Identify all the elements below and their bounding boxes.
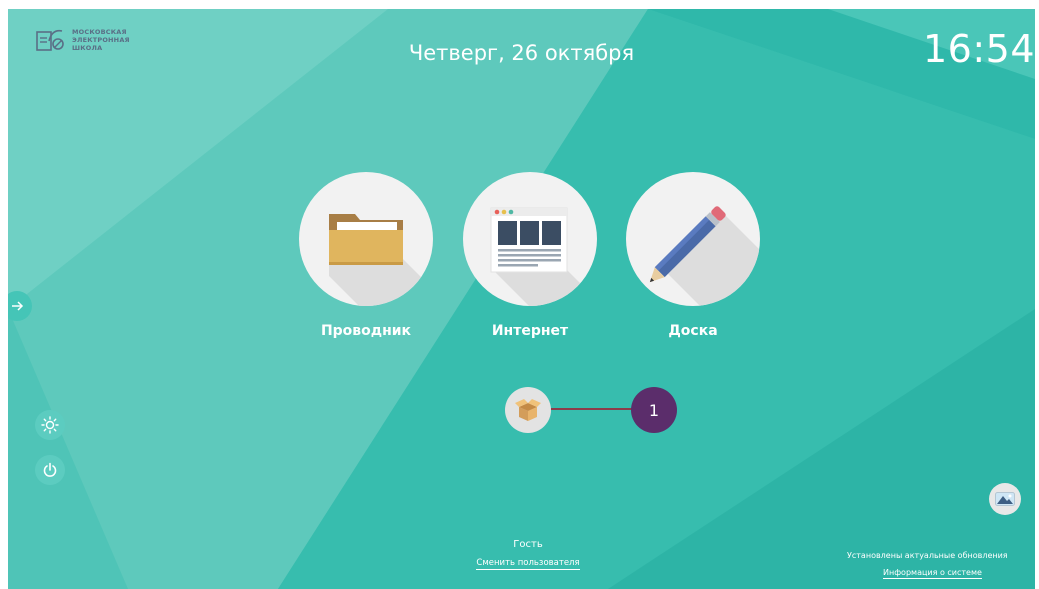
app-tile-explorer-circle[interactable] xyxy=(299,172,433,306)
arrow-right-icon xyxy=(12,301,24,311)
app-label-internet: Интернет xyxy=(491,323,569,339)
app-tile-board-circle[interactable] xyxy=(626,172,760,306)
system-info-link[interactable]: Информация о системе xyxy=(883,568,982,579)
update-status-text: Установлены актуальные обновления xyxy=(847,551,1008,560)
desktop-screen: МОСКОВСКАЯ ЭЛЕКТРОННАЯ ШКОЛА Четверг, 26… xyxy=(8,9,1035,589)
package-connector xyxy=(551,408,635,410)
app-tile-internet-circle[interactable] xyxy=(463,172,597,306)
brightness-button[interactable] xyxy=(35,410,65,440)
brightness-icon xyxy=(41,416,59,434)
system-status-block: Установлены актуальные обновления Информ… xyxy=(847,551,1035,579)
user-name: Гость xyxy=(513,539,543,550)
browser-icon xyxy=(490,207,597,306)
wallpaper-icon xyxy=(995,492,1015,506)
package-count-badge[interactable]: 1 xyxy=(631,387,677,433)
folder-icon xyxy=(329,214,433,306)
app-tile-explorer[interactable]: Проводник xyxy=(274,172,458,339)
switch-user-link[interactable]: Сменить пользователя xyxy=(476,558,580,570)
clock-display: 16:54 xyxy=(922,27,1035,71)
power-button[interactable] xyxy=(35,455,65,485)
app-tile-internet[interactable]: Интернет xyxy=(438,172,622,339)
pencil-icon xyxy=(649,206,760,306)
user-block: Гость Сменить пользователя xyxy=(453,539,603,570)
app-label-explorer: Проводник xyxy=(320,323,412,339)
app-tile-board[interactable]: Доска xyxy=(601,172,785,339)
package-box-icon xyxy=(515,399,541,421)
wallpaper-button[interactable] xyxy=(989,483,1021,515)
power-icon xyxy=(43,462,57,477)
package-button[interactable] xyxy=(505,387,551,433)
logo-line-1: МОСКОВСКАЯ xyxy=(72,28,127,36)
app-label-board: Доска xyxy=(668,323,718,339)
date-display: Четверг, 26 октября xyxy=(408,41,635,65)
